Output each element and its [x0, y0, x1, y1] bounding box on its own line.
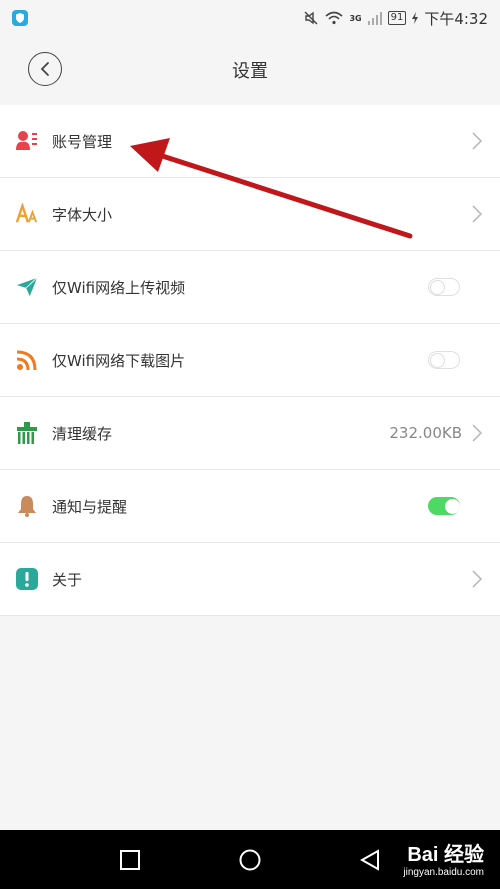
battery-indicator: 91: [387, 11, 407, 25]
clean-cache-icon: [16, 422, 38, 444]
setting-label: 通知与提醒: [52, 497, 128, 516]
header: 设置: [0, 36, 500, 104]
watermark-sub: jingyan.baidu.com: [403, 867, 484, 878]
status-time: 下午4:32: [424, 9, 488, 28]
wifi-upload-toggle[interactable]: [428, 278, 460, 296]
square-icon: [120, 849, 140, 870]
setting-wifi-download-images[interactable]: 仅Wifi网络下载图片: [0, 324, 500, 397]
triangle-back-icon: [360, 848, 379, 871]
chevron-right-icon: [472, 205, 483, 223]
signal-icon: [367, 12, 382, 25]
font-size-icon: [16, 203, 38, 225]
page-title: 设置: [232, 61, 268, 82]
setting-about[interactable]: 关于: [0, 543, 500, 616]
bell-icon: [16, 495, 38, 517]
account-icon: [16, 130, 38, 152]
back-button[interactable]: [28, 52, 62, 86]
setting-label: 仅Wifi网络下载图片: [52, 351, 186, 370]
setting-label: 清理缓存: [52, 424, 113, 443]
setting-clear-cache[interactable]: 清理缓存 232.00KB: [0, 397, 500, 470]
chevron-right-icon: [472, 424, 483, 442]
setting-account-management[interactable]: 账号管理: [0, 105, 500, 178]
watermark-main: Bai 经验: [407, 844, 484, 866]
settings-list: 账号管理 字体大小 仅Wifi网络上传视频 仅Wifi网络下载图片 清理缓存 2…: [0, 105, 500, 616]
network-type: 3G: [349, 13, 362, 23]
chevron-left-icon: [40, 62, 49, 76]
status-bar: 3G 91 下午4:32: [0, 0, 500, 36]
setting-label: 字体大小: [52, 205, 113, 224]
home-button[interactable]: [238, 848, 262, 872]
rss-download-icon: [16, 349, 38, 371]
circle-icon: [239, 849, 261, 870]
setting-label: 仅Wifi网络上传视频: [52, 278, 186, 297]
wifi-download-toggle[interactable]: [428, 351, 460, 369]
watermark: Bai 经验 jingyan.baidu.com: [403, 838, 484, 878]
setting-notifications[interactable]: 通知与提醒: [0, 470, 500, 543]
recent-apps-button[interactable]: [118, 848, 142, 872]
charging-icon: [412, 12, 419, 24]
setting-font-size[interactable]: 字体大小: [0, 178, 500, 251]
wifi-icon: [325, 11, 343, 25]
upload-plane-icon: [16, 276, 38, 298]
setting-label: 关于: [52, 570, 83, 589]
mute-icon: [304, 11, 318, 25]
about-icon: [16, 568, 38, 590]
chevron-right-icon: [472, 132, 483, 150]
setting-label: 账号管理: [52, 132, 113, 151]
chevron-right-icon: [472, 570, 483, 588]
shield-app-icon: [12, 10, 28, 26]
notification-toggle[interactable]: [428, 497, 460, 515]
cache-size-value: 232.00KB: [389, 424, 462, 442]
status-right: 3G 91 下午4:32: [303, 8, 488, 29]
setting-wifi-upload-video[interactable]: 仅Wifi网络上传视频: [0, 251, 500, 324]
status-left: [12, 10, 28, 26]
back-nav-button[interactable]: [358, 848, 382, 872]
